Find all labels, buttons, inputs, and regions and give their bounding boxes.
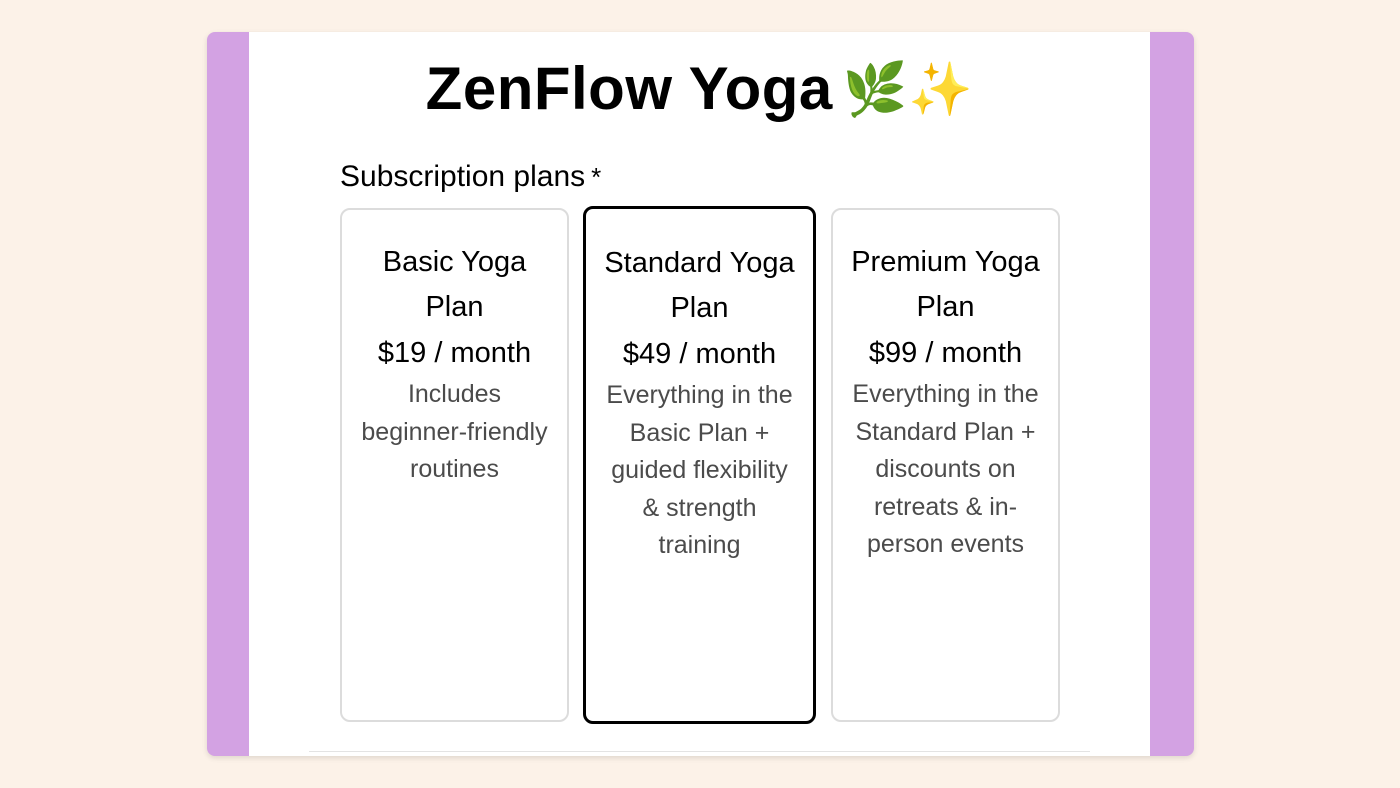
plan-name: Basic Yoga Plan xyxy=(382,246,527,323)
plan-name: Standard Yoga Plan xyxy=(604,247,795,324)
page-title: ZenFlow Yoga 🌿✨ xyxy=(249,54,1150,123)
required-marker: * xyxy=(591,162,602,192)
plan-description: Includes beginner-friendly routines xyxy=(361,380,548,483)
plan-description: Everything in the Basic Plan + guided fl… xyxy=(606,381,793,559)
app-frame: ZenFlow Yoga 🌿✨ Subscription plans * Basic… xyxy=(207,32,1194,756)
plan-card-premium[interactable]: Premium Yoga Plan $99 / month Everything… xyxy=(831,208,1060,722)
plan-card-standard[interactable]: Standard Yoga Plan $49 / month Everythin… xyxy=(583,206,816,724)
plan-name: Premium Yoga Plan xyxy=(851,246,1040,323)
plan-price: $49 / month xyxy=(622,338,777,370)
plan-card-basic[interactable]: Basic Yoga Plan $19 / month Includes beg… xyxy=(340,208,569,722)
field-label-text: Subscription plans xyxy=(340,160,586,193)
plan-price: $19 / month xyxy=(377,337,532,369)
plan-price: $99 / month xyxy=(868,337,1023,369)
plan-description: Everything in the Standard Plan + discou… xyxy=(852,380,1039,558)
section-divider xyxy=(309,751,1090,752)
page-title-text: ZenFlow Yoga xyxy=(425,55,833,122)
subscription-plans-label: Subscription plans * xyxy=(340,160,601,194)
leaf-sparkles-icon: 🌿✨ xyxy=(842,61,974,119)
form-panel: ZenFlow Yoga 🌿✨ Subscription plans * Basic… xyxy=(249,32,1150,756)
